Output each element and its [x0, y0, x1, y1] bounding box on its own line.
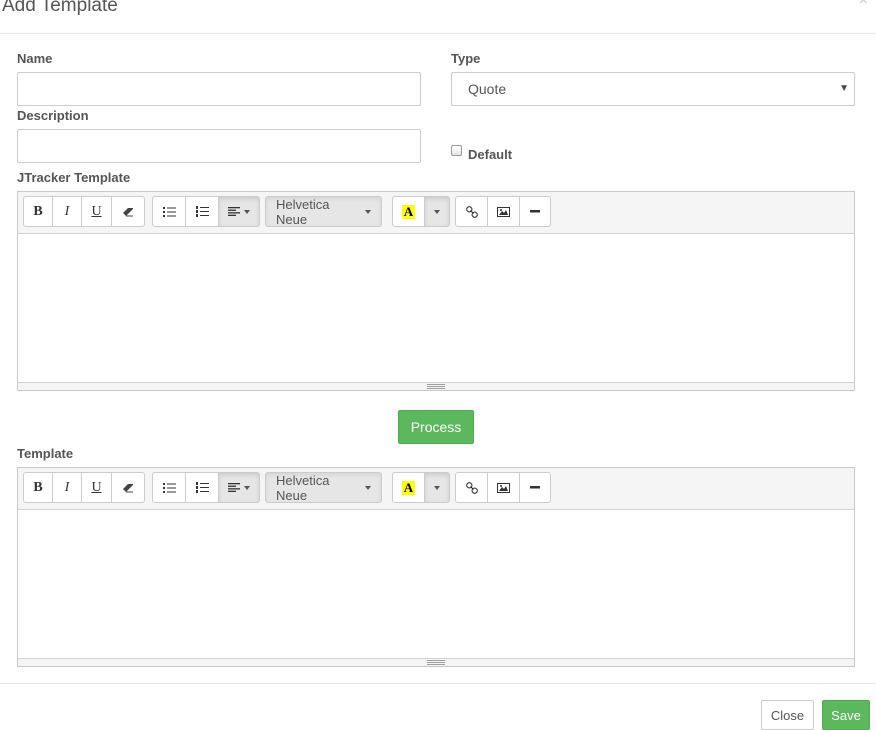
underline-icon: U	[91, 203, 102, 219]
chevron-down-icon	[434, 209, 440, 214]
horizontal-rule-button[interactable]	[519, 196, 551, 227]
horizontal-rule-button[interactable]	[519, 472, 551, 503]
underline-button[interactable]: U	[81, 196, 112, 227]
ordered-list-button[interactable]	[185, 472, 219, 503]
insert-button-group	[455, 472, 551, 503]
picture-button[interactable]	[487, 196, 520, 227]
type-select-value: Quote	[468, 81, 507, 97]
default-label: Default	[468, 147, 513, 162]
jtracker-template-editor: B I U Helvetica Neue A	[17, 191, 855, 391]
save-button[interactable]: Save	[822, 700, 870, 730]
font-family-label: Helvetica Neue	[276, 472, 330, 503]
picture-icon	[497, 206, 510, 217]
jtracker-template-label: JTracker Template	[17, 170, 131, 185]
italic-button[interactable]: I	[52, 196, 82, 227]
description-input[interactable]	[17, 129, 421, 163]
bold-button[interactable]: B	[23, 472, 53, 503]
close-icon[interactable]: ×	[859, 0, 868, 9]
italic-icon: I	[64, 479, 70, 495]
link-icon	[465, 481, 478, 494]
editor-toolbar: B I U Helvetica Neue A	[18, 468, 854, 510]
list-button-group	[152, 472, 260, 503]
font-button-group: Helvetica Neue	[265, 196, 382, 227]
font-button-group: Helvetica Neue	[265, 472, 382, 503]
font-color-button[interactable]: A	[392, 196, 425, 227]
close-button[interactable]: Close	[761, 700, 814, 730]
unordered-list-button[interactable]	[152, 196, 186, 227]
font-color-button[interactable]: A	[392, 472, 425, 503]
bold-icon: B	[33, 203, 43, 219]
color-dropdown-button[interactable]	[424, 196, 450, 227]
link-button[interactable]	[455, 472, 488, 503]
chevron-down-icon	[244, 209, 250, 214]
picture-icon	[497, 482, 510, 493]
type-select[interactable]: Quote ▼	[451, 72, 855, 106]
underline-button[interactable]: U	[81, 472, 112, 503]
chevron-down-icon	[365, 209, 371, 214]
font-family-button[interactable]: Helvetica Neue	[265, 472, 382, 503]
bold-icon: B	[33, 479, 43, 495]
italic-icon: I	[64, 203, 70, 219]
template-editor: B I U Helvetica Neue A	[17, 467, 855, 667]
template-content[interactable]	[18, 509, 854, 659]
link-button[interactable]	[455, 196, 488, 227]
modal-title: Add Template	[2, 0, 118, 16]
horizontal-rule-icon	[530, 486, 540, 489]
ordered-list-icon	[195, 482, 209, 493]
bold-button[interactable]: B	[23, 196, 53, 227]
align-icon	[228, 207, 240, 216]
eraser-icon	[123, 483, 133, 492]
process-button[interactable]: Process	[398, 410, 474, 444]
list-button-group	[152, 196, 260, 227]
horizontal-rule-icon	[530, 210, 540, 213]
name-label: Name	[17, 51, 53, 66]
editor-resize-handle[interactable]	[18, 658, 854, 666]
chevron-down-icon	[434, 485, 440, 490]
jtracker-template-content[interactable]	[18, 233, 854, 383]
underline-icon: U	[91, 479, 102, 495]
select-caret-icon: ▼	[839, 83, 849, 94]
template-label: Template	[17, 446, 74, 461]
clear-format-button[interactable]	[111, 196, 145, 227]
style-button-group: B I U	[23, 472, 145, 503]
link-icon	[465, 205, 478, 218]
grip-icon	[427, 384, 445, 389]
unordered-list-icon	[162, 206, 176, 217]
font-color-icon: A	[401, 479, 416, 495]
grip-icon	[427, 660, 445, 665]
editor-resize-handle[interactable]	[18, 382, 854, 390]
align-icon	[228, 483, 240, 492]
italic-button[interactable]: I	[52, 472, 82, 503]
eraser-icon	[123, 207, 133, 216]
font-family-button[interactable]: Helvetica Neue	[265, 196, 382, 227]
ordered-list-button[interactable]	[185, 196, 219, 227]
unordered-list-button[interactable]	[152, 472, 186, 503]
picture-button[interactable]	[487, 472, 520, 503]
paragraph-align-button[interactable]	[218, 472, 260, 503]
ordered-list-icon	[195, 206, 209, 217]
font-family-label: Helvetica Neue	[276, 196, 330, 227]
chevron-down-icon	[244, 485, 250, 490]
modal-header: Add Template ×	[0, 0, 876, 34]
font-color-icon: A	[401, 203, 416, 219]
color-button-group: A	[392, 472, 450, 503]
modal-footer: Close Save	[0, 683, 876, 730]
type-label: Type	[451, 51, 481, 66]
default-checkbox[interactable]	[451, 145, 462, 156]
clear-format-button[interactable]	[111, 472, 145, 503]
paragraph-align-button[interactable]	[218, 196, 260, 227]
description-label: Description	[17, 108, 89, 123]
color-dropdown-button[interactable]	[424, 472, 450, 503]
name-input[interactable]	[17, 72, 421, 106]
unordered-list-icon	[162, 482, 176, 493]
chevron-down-icon	[365, 485, 371, 490]
editor-toolbar: B I U Helvetica Neue A	[18, 192, 854, 234]
insert-button-group	[455, 196, 551, 227]
color-button-group: A	[392, 196, 450, 227]
style-button-group: B I U	[23, 196, 145, 227]
